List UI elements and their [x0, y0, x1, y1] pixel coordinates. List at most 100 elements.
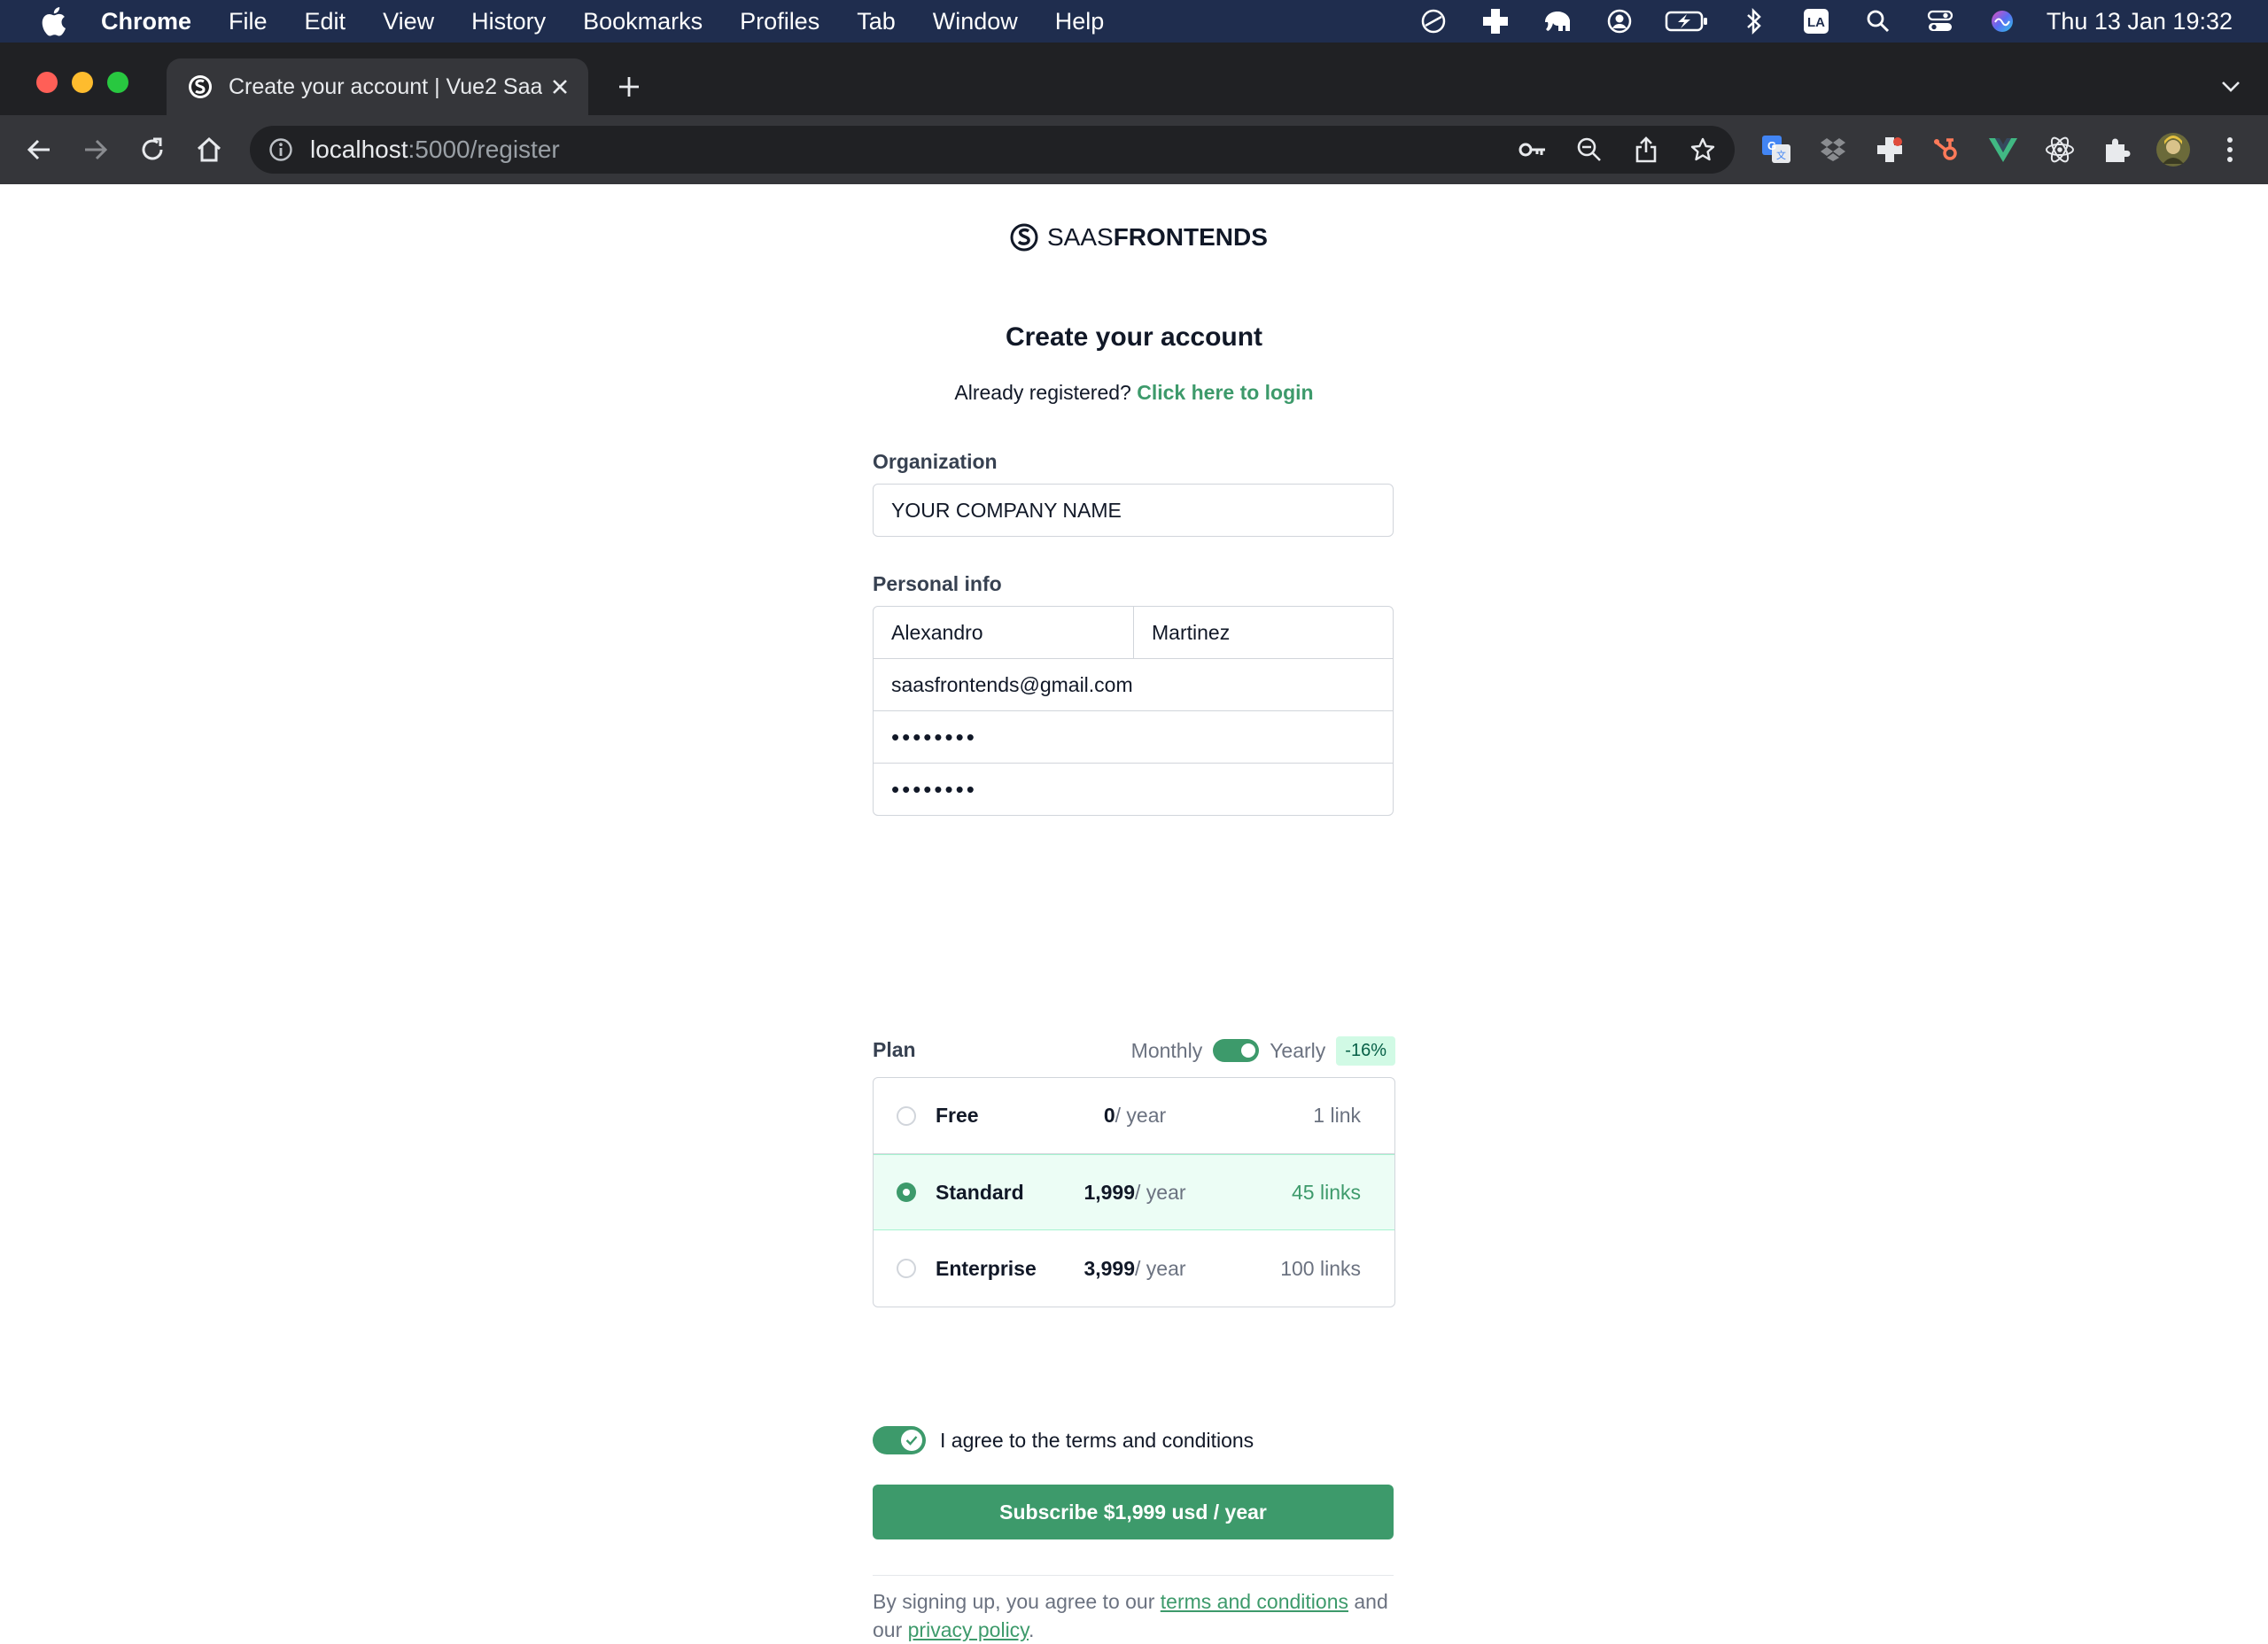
logo-text-light: SAAS: [1047, 223, 1114, 251]
elephant-icon[interactable]: [1540, 4, 1575, 39]
address-url[interactable]: localhost:5000/register: [310, 136, 560, 164]
plan-option-enterprise[interactable]: Enterprise 3,999/ year 100 links: [874, 1230, 1394, 1307]
address-bar[interactable]: localhost:5000/register: [250, 126, 1735, 174]
menu-edit[interactable]: Edit: [305, 8, 346, 35]
plan-label: Plan: [873, 1038, 916, 1061]
toggle-knob: [901, 1430, 922, 1451]
menu-tab[interactable]: Tab: [857, 8, 896, 35]
login-prompt: Already registered? Click here to login: [801, 381, 1467, 405]
svg-text:LA: LA: [1807, 15, 1825, 30]
chrome-menu-kebab-icon[interactable]: [2211, 131, 2249, 168]
plan-amount: 3,999: [1084, 1256, 1136, 1280]
spotlight-search-icon[interactable]: [1860, 4, 1896, 39]
plan-period: / year: [1135, 1256, 1186, 1280]
apple-icon[interactable]: [35, 4, 71, 39]
password-input[interactable]: ••••••••: [873, 710, 1394, 764]
window-zoom-button[interactable]: [107, 72, 128, 93]
privacy-policy-link[interactable]: privacy policy: [908, 1618, 1029, 1641]
checkmark-icon: [905, 1436, 918, 1446]
user-circle-icon[interactable]: [1602, 4, 1637, 39]
menu-history[interactable]: History: [471, 8, 546, 35]
plan-limit: 45 links: [1292, 1180, 1361, 1204]
menu-view[interactable]: View: [383, 8, 434, 35]
plan-period: / year: [1115, 1104, 1167, 1127]
dropbox-extension-icon[interactable]: [1814, 131, 1852, 168]
tab-search-chevron-icon[interactable]: [2213, 69, 2249, 105]
saasfrontends-logo-icon: [1010, 223, 1038, 252]
organization-label: Organization: [873, 450, 998, 473]
first-name-value: Alexandro: [891, 620, 983, 644]
medical-cross-icon[interactable]: [1478, 4, 1513, 39]
forward-arrow-icon[interactable]: [76, 130, 115, 169]
control-center-icon[interactable]: [1922, 4, 1958, 39]
svg-text:文: 文: [1776, 149, 1786, 161]
hubspot-extension-icon[interactable]: [1928, 131, 1965, 168]
home-icon[interactable]: [190, 130, 229, 169]
login-link[interactable]: Click here to login: [1137, 381, 1313, 404]
window-close-button[interactable]: [36, 72, 58, 93]
zoom-out-icon[interactable]: [1572, 132, 1607, 167]
new-tab-plus-icon[interactable]: [611, 69, 647, 105]
menu-profiles[interactable]: Profiles: [740, 8, 819, 35]
email-input[interactable]: saasfrontends@gmail.com: [873, 658, 1394, 711]
share-icon[interactable]: [1628, 132, 1664, 167]
input-source-la-icon[interactable]: LA: [1798, 4, 1834, 39]
plan-limit: 100 links: [1280, 1256, 1361, 1280]
menubar-clock[interactable]: Thu 13 Jan 19:32: [2047, 8, 2233, 35]
focus-icon[interactable]: [1416, 4, 1451, 39]
page-content: SAAS FRONTENDS Create your account Alread…: [0, 184, 2268, 1641]
medical-extension-icon[interactable]: [1871, 131, 1908, 168]
key-password-icon[interactable]: [1515, 132, 1550, 167]
already-registered-text: Already registered?: [954, 381, 1131, 404]
organization-input[interactable]: YOUR COMPANY NAME: [873, 484, 1394, 537]
billing-period-toggle[interactable]: [1213, 1039, 1260, 1062]
back-arrow-icon[interactable]: [19, 130, 58, 169]
subscribe-button[interactable]: Subscribe $1,999 usd / year: [873, 1485, 1394, 1539]
confirm-password-input[interactable]: ••••••••: [873, 763, 1394, 816]
plan-amount: 0: [1103, 1104, 1115, 1127]
vue-devtools-extension-icon[interactable]: [1984, 131, 2022, 168]
siri-icon[interactable]: [1984, 4, 2020, 39]
plan-header: Plan Monthly Yearly -16%: [873, 1035, 1395, 1066]
menu-help[interactable]: Help: [1055, 8, 1105, 35]
profile-avatar[interactable]: [2155, 131, 2192, 168]
organization-value: YOUR COMPANY NAME: [891, 498, 1122, 522]
yearly-label[interactable]: Yearly: [1270, 1039, 1325, 1063]
last-name-input[interactable]: Martinez: [1133, 606, 1394, 659]
terms-agreement-label[interactable]: I agree to the terms and conditions: [940, 1429, 1254, 1453]
extensions-puzzle-icon[interactable]: [2098, 131, 2135, 168]
plan-option-standard[interactable]: Standard 1,999/ year 45 links: [874, 1154, 1394, 1230]
menu-app-name[interactable]: Chrome: [101, 8, 191, 35]
saasfrontends-logo[interactable]: SAAS FRONTENDS: [1010, 223, 1268, 252]
saasfrontends-favicon-icon: [189, 75, 212, 98]
email-value: saasfrontends@gmail.com: [891, 672, 1133, 696]
window-minimize-button[interactable]: [72, 72, 93, 93]
reload-icon[interactable]: [133, 130, 172, 169]
monthly-label[interactable]: Monthly: [1131, 1039, 1203, 1063]
browser-tab-active[interactable]: Create your account | Vue2 SaaS: [167, 58, 588, 115]
logo-text-bold: FRONTENDS: [1113, 223, 1268, 251]
bluetooth-icon[interactable]: [1736, 4, 1772, 39]
confirm-password-value: ••••••••: [891, 775, 977, 803]
password-value: ••••••••: [891, 723, 977, 750]
browser-tabstrip: Create your account | Vue2 SaaS: [0, 43, 2268, 115]
menu-window[interactable]: Window: [933, 8, 1018, 35]
menu-file[interactable]: File: [229, 8, 268, 35]
tab-close-icon[interactable]: [542, 69, 578, 105]
terms-agreement: I agree to the terms and conditions: [873, 1423, 1254, 1458]
site-info-icon[interactable]: [266, 135, 296, 165]
react-devtools-extension-icon[interactable]: [2041, 131, 2078, 168]
svg-text:G: G: [1767, 139, 1776, 152]
discount-badge: -16%: [1336, 1035, 1395, 1066]
terms-toggle[interactable]: [873, 1426, 926, 1454]
plan-limit: 1 link: [1313, 1104, 1361, 1127]
menu-bookmarks[interactable]: Bookmarks: [583, 8, 703, 35]
divider: [873, 1575, 1394, 1576]
bookmark-star-icon[interactable]: [1685, 132, 1720, 167]
toggle-knob: [1241, 1043, 1256, 1058]
first-name-input[interactable]: Alexandro: [873, 606, 1134, 659]
google-translate-extension-icon[interactable]: G文: [1758, 131, 1795, 168]
plan-option-free[interactable]: Free 0/ year 1 link: [874, 1078, 1394, 1154]
terms-link[interactable]: terms and conditions: [1161, 1590, 1348, 1613]
battery-charging-icon[interactable]: [1664, 4, 1710, 39]
